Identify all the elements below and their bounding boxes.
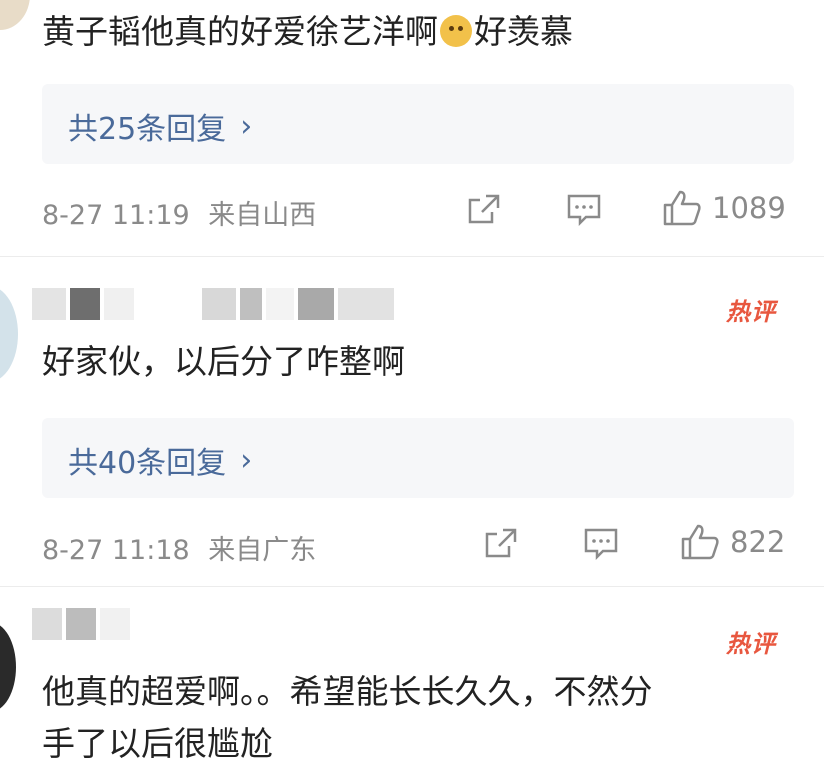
like-button[interactable]: 1089	[662, 189, 786, 227]
reply-count-label: 共25条回复	[68, 112, 227, 147]
chevron-right-icon: ›	[240, 442, 253, 478]
comment-text: 他真的超爱啊。。希望能长长久久，不然分 手了以后很尴尬	[42, 672, 653, 763]
hot-comment-badge: 热评	[726, 629, 776, 658]
reply-box[interactable]: 共40条回复 ›	[42, 418, 794, 498]
view-replies-link[interactable]: 共25条回复 ›	[68, 104, 252, 148]
view-replies-link[interactable]: 共40条回复 ›	[68, 438, 252, 482]
reply-count-label: 共40条回复	[68, 446, 227, 481]
comment-item: 黄子韬他真的好爱徐艺洋啊 好羡慕 共25条回复 › 8-27 11:19 来自山西…	[0, 0, 824, 256]
location: 来自山西	[208, 200, 317, 231]
share-button[interactable]	[483, 526, 519, 560]
location: 来自广东	[208, 535, 317, 566]
thumbs-up-icon	[681, 524, 719, 560]
timestamp: 8-27 11:18	[42, 535, 190, 566]
hot-comment-badge: 热评	[726, 297, 776, 326]
username[interactable]	[32, 288, 394, 320]
avatar[interactable]	[0, 0, 30, 30]
timestamp: 8-27 11:19	[42, 200, 190, 231]
avatar[interactable]	[0, 286, 18, 382]
thumbs-up-icon	[663, 190, 701, 226]
like-count: 822	[730, 525, 786, 559]
comment-button[interactable]	[566, 193, 602, 227]
share-icon	[468, 194, 500, 224]
reply-box[interactable]: 共25条回复 ›	[42, 84, 794, 164]
comment-meta: 8-27 11:18 来自广东	[42, 528, 316, 567]
avatar[interactable]	[0, 622, 16, 712]
share-icon	[485, 528, 517, 558]
chevron-right-icon: ›	[240, 108, 253, 144]
like-count: 1089	[712, 191, 786, 225]
username[interactable]	[32, 608, 130, 640]
comment-meta: 8-27 11:19 来自山西	[42, 193, 316, 232]
comment-text: 好家伙，以后分了咋整啊	[42, 342, 405, 381]
comment-button[interactable]	[583, 527, 619, 561]
share-button[interactable]	[466, 192, 502, 226]
comment-item: 热评 他真的超爱啊。。希望能长长久久，不然分 手了以后很尴尬	[0, 586, 824, 779]
comment-icon	[567, 194, 601, 227]
comment-item: 热评 好家伙，以后分了咋整啊 共40条回复 › 8-27 11:18 来自广东 …	[0, 256, 824, 586]
comment-text: 黄子韬他真的好爱徐艺洋啊 好羡慕	[42, 12, 573, 51]
comment-icon	[584, 528, 618, 561]
doge-emoji-icon	[440, 15, 472, 47]
like-button[interactable]: 822	[680, 523, 785, 561]
